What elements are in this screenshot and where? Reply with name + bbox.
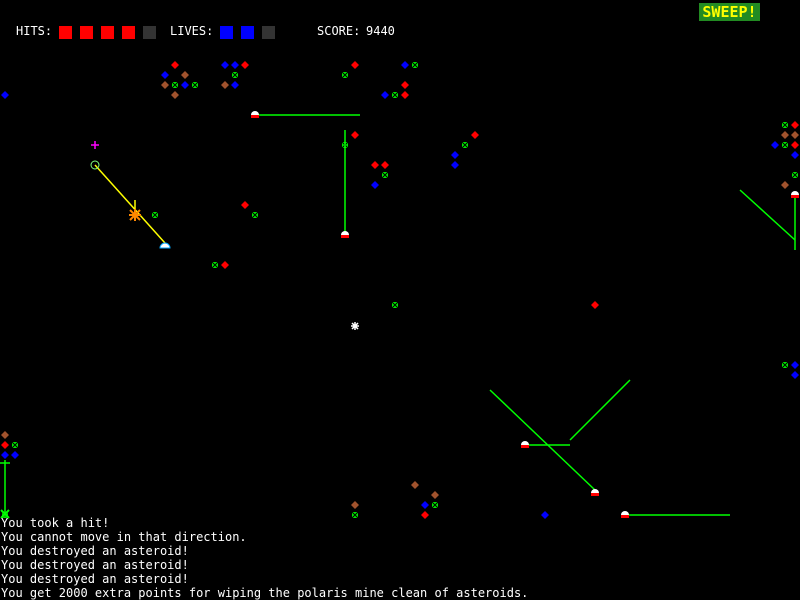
turret-icon	[341, 231, 349, 235]
asteroid-icon	[791, 141, 799, 149]
asteroid-icon	[161, 71, 169, 79]
asteroid-icon	[381, 161, 389, 169]
asteroid-icon	[371, 181, 379, 189]
turret-icon	[521, 441, 529, 445]
asteroid-icon	[171, 91, 179, 99]
asteroid-icon	[471, 131, 479, 139]
asteroid-icon	[11, 451, 19, 459]
laser-beam	[739, 189, 796, 241]
turret-icon	[521, 445, 529, 448]
turret-icon	[621, 515, 629, 518]
asteroid-icon	[771, 141, 779, 149]
asteroid-icon	[541, 511, 549, 519]
asteroid-icon	[351, 61, 359, 69]
turret-icon	[251, 115, 259, 118]
asteroid-icon	[1, 441, 9, 449]
asteroid-icon	[1, 91, 9, 99]
asteroid-icon	[791, 121, 799, 129]
hit-slot	[122, 26, 135, 39]
life-slot	[220, 26, 233, 39]
asteroid-icon	[221, 81, 229, 89]
asteroid-icon	[431, 491, 439, 499]
hit-slot	[80, 26, 93, 39]
asteroid-icon	[351, 131, 359, 139]
cursor-icon	[91, 141, 99, 149]
message-line: You destroyed an asteroid!	[1, 572, 189, 586]
sweep-badge: SWEEP!	[699, 3, 760, 21]
asteroid-icon	[421, 501, 429, 509]
asteroid-icon	[161, 81, 169, 89]
message-log: You took a hit! You cannot move in that …	[1, 516, 528, 600]
message-line: You cannot move in that direction.	[1, 530, 247, 544]
turret-icon	[621, 511, 629, 515]
asteroid-icon	[401, 91, 409, 99]
asteroid-icon	[231, 61, 239, 69]
turret-icon	[251, 111, 259, 115]
asteroid-icon	[791, 131, 799, 139]
asteroid-icon	[351, 501, 359, 509]
asteroid-icon	[781, 131, 789, 139]
ship-icon	[159, 242, 171, 249]
asteroid-icon	[241, 201, 249, 209]
asteroid-icon	[401, 81, 409, 89]
turret-icon	[791, 195, 799, 198]
asteroid-icon	[181, 71, 189, 79]
asteroid-icon	[591, 301, 599, 309]
game-field	[0, 60, 800, 520]
message-line: You took a hit!	[1, 516, 110, 530]
hit-slot	[101, 26, 114, 39]
asteroid-icon	[1, 451, 9, 459]
asteroid-icon	[781, 181, 789, 189]
message-line: You destroyed an asteroid!	[1, 544, 189, 558]
turret-icon	[591, 489, 599, 493]
asteroid-icon	[401, 61, 409, 69]
hits-label: HITS:	[16, 24, 53, 38]
asteroid-icon	[221, 261, 229, 269]
turret-icon	[591, 493, 599, 496]
turret-icon	[341, 235, 349, 238]
laser-beam	[569, 379, 631, 441]
asteroid-icon	[231, 81, 239, 89]
asteroid-icon	[411, 481, 419, 489]
explosion-icon	[129, 209, 141, 221]
lives-label: LIVES:	[170, 24, 214, 38]
message-line: You get 2000 extra points for wiping the…	[1, 586, 529, 600]
asteroid-icon	[451, 151, 459, 159]
asteroid-icon	[791, 371, 799, 379]
asteroid-icon	[1, 431, 9, 439]
hit-slot	[143, 26, 156, 39]
asteroid-icon	[451, 161, 459, 169]
asteroid-icon	[221, 61, 229, 69]
skull-icon	[351, 322, 359, 330]
tether-line	[94, 164, 166, 244]
life-slot	[262, 26, 275, 39]
laser-beam	[489, 389, 596, 491]
asteroid-icon	[171, 61, 179, 69]
score-label: SCORE:	[317, 24, 361, 38]
asteroid-icon	[791, 151, 799, 159]
asteroid-icon	[241, 61, 249, 69]
asteroid-icon	[371, 161, 379, 169]
asteroid-icon	[181, 81, 189, 89]
asteroid-icon	[381, 91, 389, 99]
turret-icon	[791, 191, 799, 195]
life-slot	[241, 26, 254, 39]
hit-slot	[59, 26, 72, 39]
asteroid-icon	[791, 361, 799, 369]
score-value: 9440	[366, 24, 395, 38]
message-line: You destroyed an asteroid!	[1, 558, 189, 572]
